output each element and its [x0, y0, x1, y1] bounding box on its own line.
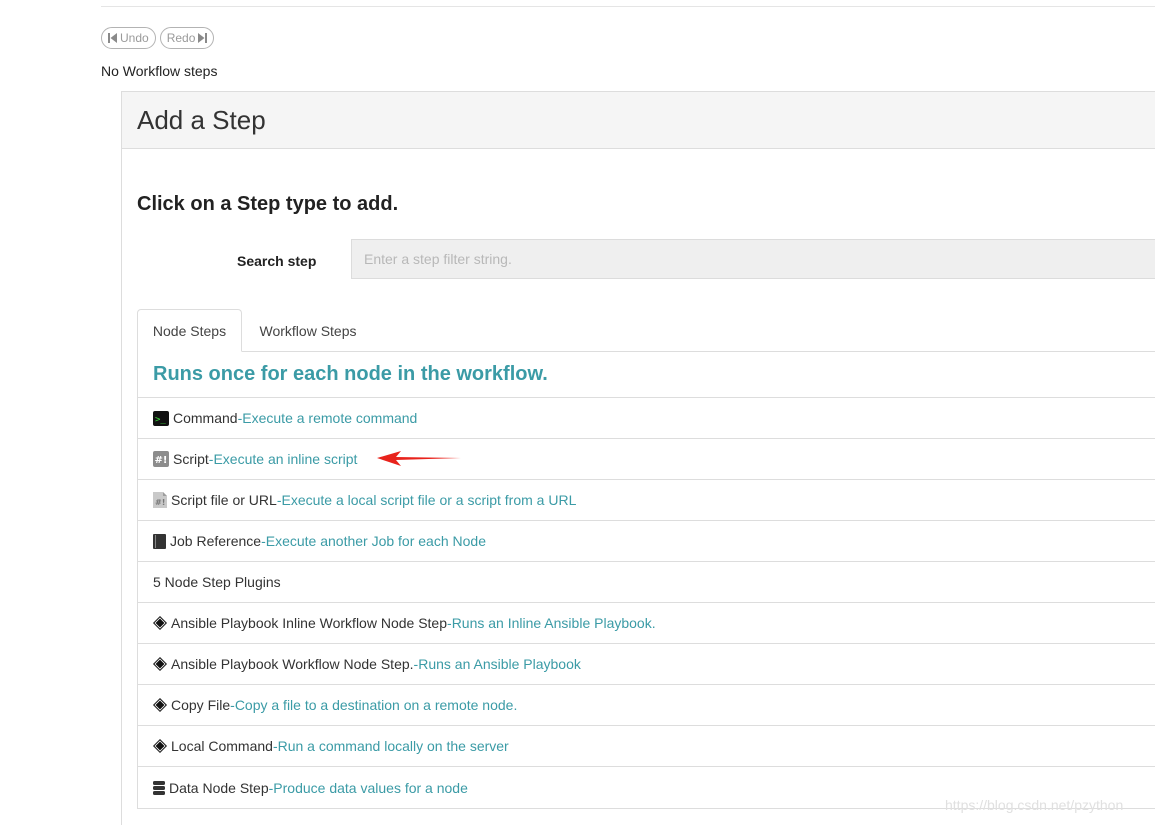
- svg-text:#!: #!: [155, 498, 165, 507]
- step-description: Execute a local script file or a script …: [281, 492, 577, 508]
- list-heading: Runs once for each node in the workflow.: [138, 351, 1155, 398]
- step-type-tabs: Node Steps Workflow Steps: [137, 309, 1155, 352]
- redo-button[interactable]: Redo: [159, 27, 215, 49]
- watermark: https://blog.csdn.net/pzython: [945, 797, 1124, 813]
- plugins-heading: 5 Node Step Plugins: [138, 562, 1155, 603]
- book-icon: [153, 533, 166, 549]
- plugin-name: Data Node Step: [169, 779, 269, 796]
- plugin-name: Local Command: [171, 738, 273, 754]
- search-step-input[interactable]: [351, 239, 1155, 279]
- plugin-description: Copy a file to a destination on a remote…: [234, 697, 518, 713]
- step-description: Execute a remote command: [242, 410, 418, 426]
- step-script-file[interactable]: #! Script file or URL - Execute a local …: [138, 480, 1155, 521]
- page: Undo Redo No Workflow steps Add a Step C…: [0, 0, 1155, 825]
- redo-label: Redo: [166, 31, 196, 45]
- plugin-description: Run a command locally on the server: [277, 738, 509, 754]
- search-step-label: Search step: [237, 253, 317, 269]
- node-step-list: Runs once for each node in the workflow.…: [137, 351, 1155, 809]
- plugin-local-command[interactable]: Local Command - Run a command locally on…: [138, 726, 1155, 767]
- plugin-description: Runs an Ansible Playbook: [418, 656, 581, 672]
- step-name: Job Reference: [170, 533, 262, 549]
- terminal-icon: >_: [153, 410, 169, 426]
- step-name: Script file or URL: [171, 492, 277, 508]
- step-forward-icon: [198, 33, 208, 43]
- undo-redo-group: Undo Redo: [101, 27, 215, 49]
- database-icon: [153, 780, 165, 795]
- undo-label: Undo: [120, 31, 149, 45]
- empty-workflow-message: No Workflow steps: [101, 63, 218, 79]
- panel-header: Add a Step: [122, 92, 1155, 149]
- undo-button[interactable]: Undo: [101, 27, 156, 49]
- plugin-ansible-inline[interactable]: Ansible Playbook Inline Workflow Node St…: [138, 603, 1155, 644]
- svg-text:>_: >_: [155, 415, 166, 425]
- top-divider: [101, 6, 1155, 7]
- step-description: Execute an inline script: [213, 451, 358, 467]
- script-icon: #!: [153, 451, 169, 467]
- step-name: Command: [173, 410, 238, 426]
- plugin-diamond-icon: [153, 739, 167, 753]
- tab-node-steps[interactable]: Node Steps: [137, 309, 242, 352]
- plugin-diamond-icon: [153, 616, 167, 630]
- step-name: Script: [173, 451, 209, 467]
- plugin-name: Copy File: [171, 697, 231, 713]
- panel-title: Add a Step: [137, 104, 266, 135]
- step-script[interactable]: #! Script - Execute an inline script: [138, 439, 1155, 480]
- plugin-name: Ansible Playbook Inline Workflow Node St…: [171, 615, 448, 631]
- annotation-arrow: [377, 451, 461, 466]
- plugin-ansible-playbook[interactable]: Ansible Playbook Workflow Node Step. - R…: [138, 644, 1155, 685]
- plugin-diamond-icon: [153, 657, 167, 671]
- plugin-description: Produce data values for a node: [273, 779, 468, 796]
- plugin-diamond-icon: [153, 698, 167, 712]
- plugin-description: Runs an Inline Ansible Playbook.: [451, 615, 656, 631]
- svg-text:#!: #!: [155, 455, 168, 466]
- script-file-icon: #!: [153, 492, 167, 508]
- step-backward-icon: [108, 33, 117, 43]
- plugin-name: Ansible Playbook Workflow Node Step.: [171, 656, 414, 672]
- step-command[interactable]: >_ Command - Execute a remote command: [138, 398, 1155, 439]
- add-step-panel: Add a Step Click on a Step type to add. …: [121, 91, 1155, 825]
- tab-workflow-steps[interactable]: Workflow Steps: [246, 309, 370, 352]
- step-job-reference[interactable]: Job Reference - Execute another Job for …: [138, 521, 1155, 562]
- instruction-text: Click on a Step type to add.: [137, 193, 399, 215]
- plugin-copy-file[interactable]: Copy File - Copy a file to a destination…: [138, 685, 1155, 726]
- step-description: Execute another Job for each Node: [265, 533, 486, 549]
